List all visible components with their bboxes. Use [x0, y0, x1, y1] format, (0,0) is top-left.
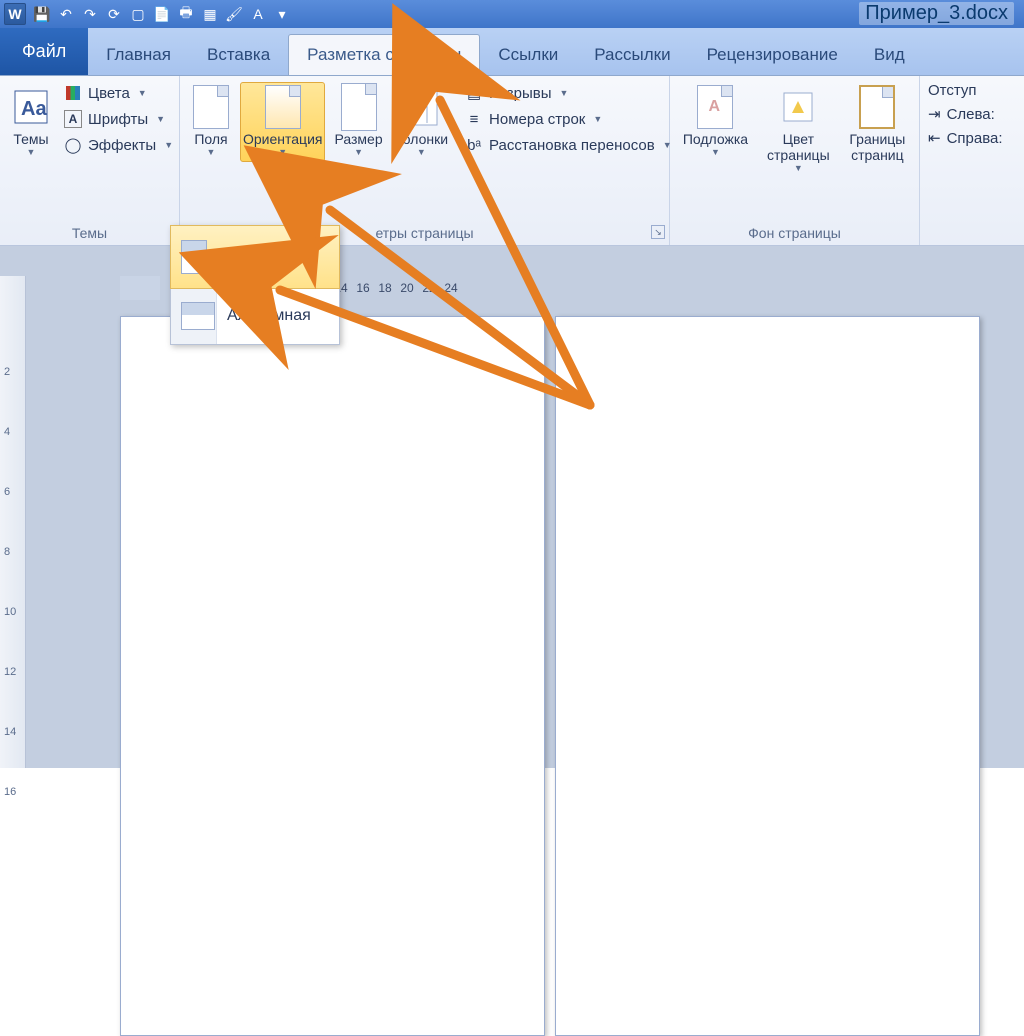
page-borders-icon — [857, 87, 897, 127]
themes-icon: Aa — [11, 87, 51, 127]
document-page-2[interactable] — [555, 316, 980, 1036]
theme-fonts-button[interactable]: A Шрифты▼ — [60, 108, 177, 130]
indent-right-icon: ⇤ — [928, 129, 941, 147]
indent-left-row[interactable]: ⇥ Слева: — [928, 105, 1012, 123]
qat-refresh-icon[interactable]: ⟳ — [104, 4, 124, 24]
page-setup-dialog-launcher[interactable]: ↘ — [651, 225, 665, 239]
watermark-button[interactable]: A Подложка ▼ — [678, 82, 753, 162]
breaks-icon: ▤ — [465, 84, 483, 102]
tab-insert[interactable]: Вставка — [189, 35, 288, 75]
indent-heading: Отступ — [928, 82, 1012, 99]
orientation-landscape-item[interactable]: Альбомная — [171, 288, 339, 344]
qat-open-icon[interactable]: 📄 — [152, 4, 172, 24]
tab-file[interactable]: Файл — [0, 28, 88, 75]
page-color-icon — [778, 87, 818, 127]
size-icon — [339, 87, 379, 127]
qat-more-icon[interactable]: ▾ — [272, 4, 292, 24]
vertical-ruler[interactable]: 2 4 6 8 10 12 14 16 — [0, 276, 26, 768]
tab-review[interactable]: Рецензирование — [689, 35, 856, 75]
orientation-portrait-label: Книжная — [219, 248, 283, 266]
group-themes-label: Темы — [8, 221, 171, 243]
tab-mailings[interactable]: Рассылки — [576, 35, 688, 75]
qat-redo-icon[interactable]: ↷ — [80, 4, 100, 24]
margins-icon — [191, 87, 231, 127]
themes-button[interactable]: Aa Темы ▼ — [8, 82, 54, 162]
line-numbers-button[interactable]: ≡ Номера строк▼ — [461, 108, 676, 130]
group-page-background: A Подложка ▼ Цвет страницы ▼ Границы стр… — [670, 76, 920, 245]
hyphenation-button[interactable]: bᵃ Расстановка переносов▼ — [461, 134, 676, 156]
tab-page-layout[interactable]: Разметка страницы — [288, 34, 480, 75]
watermark-icon: A — [695, 87, 735, 127]
hyphenation-icon: bᵃ — [465, 136, 483, 154]
columns-icon — [401, 87, 441, 127]
tab-home[interactable]: Главная — [88, 35, 189, 75]
group-themes: Aa Темы ▼ Цвета▼ A Шрифты▼ ◯ Эффекты▼ — [0, 76, 180, 245]
qat-new-icon[interactable]: ▢ — [128, 4, 148, 24]
themes-label: Темы — [13, 131, 48, 147]
orientation-portrait-item[interactable]: Книжная — [170, 225, 340, 289]
ribbon-tabs: Файл Главная Вставка Разметка страницы С… — [0, 28, 1024, 76]
qat-save-icon[interactable]: 💾 — [32, 4, 52, 24]
orientation-landscape-label: Альбомная — [227, 307, 311, 325]
document-page-1[interactable] — [120, 316, 545, 1036]
qat-undo-icon[interactable]: ↶ — [56, 4, 76, 24]
size-button[interactable]: Размер ▼ — [331, 82, 385, 162]
line-numbers-icon: ≡ — [465, 110, 483, 128]
portrait-thumb-icon — [181, 240, 207, 274]
group-indent: Отступ ⇥ Слева: ⇤ Справа: — [920, 76, 1020, 245]
svg-text:Aa: Aa — [21, 98, 47, 120]
quick-access-toolbar: 💾 ↶ ↷ ⟳ ▢ 📄 🖶 ▦ 🖌 A ▾ — [32, 4, 292, 24]
fonts-icon: A — [64, 110, 82, 128]
chevron-down-icon: ▼ — [27, 147, 36, 157]
theme-colors-button[interactable]: Цвета▼ — [60, 82, 177, 104]
tab-view[interactable]: Вид — [856, 35, 923, 75]
qat-font-icon[interactable]: A — [248, 4, 268, 24]
breaks-button[interactable]: ▤ Разрывы▼ — [461, 82, 676, 104]
group-page-bg-label: Фон страницы — [678, 221, 911, 243]
margins-button[interactable]: Поля ▼ — [188, 82, 234, 162]
qat-brush-icon[interactable]: 🖌 — [224, 4, 244, 24]
colors-icon — [64, 84, 82, 102]
orientation-icon — [263, 87, 303, 127]
word-app-icon: W — [4, 3, 26, 25]
ribbon: Aa Темы ▼ Цвета▼ A Шрифты▼ ◯ Эффекты▼ — [0, 76, 1024, 246]
tab-references[interactable]: Ссылки — [480, 35, 576, 75]
indent-left-icon: ⇥ — [928, 105, 941, 123]
group-page-setup: Поля ▼ Ориентация ▼ Размер ▼ Колонки ▼ — [180, 76, 670, 245]
qat-print-icon[interactable]: 🖶 — [176, 4, 196, 24]
page-borders-button[interactable]: Границы страниц — [844, 82, 911, 168]
qat-table-icon[interactable]: ▦ — [200, 4, 220, 24]
document-workspace: L 14 16 18 20 22 24 2 4 6 8 10 12 14 16 — [0, 246, 1024, 768]
orientation-button[interactable]: Ориентация ▼ — [240, 82, 325, 162]
theme-effects-button[interactable]: ◯ Эффекты▼ — [60, 134, 177, 156]
landscape-thumb-icon — [181, 302, 215, 330]
columns-button[interactable]: Колонки ▼ — [392, 82, 451, 162]
page-color-button[interactable]: Цвет страницы ▼ — [759, 82, 838, 178]
indent-right-row[interactable]: ⇤ Справа: — [928, 129, 1012, 147]
document-title: Пример_3.docx — [859, 2, 1014, 25]
title-bar: W 💾 ↶ ↷ ⟳ ▢ 📄 🖶 ▦ 🖌 A ▾ Пример_3.docx — [0, 0, 1024, 28]
effects-icon: ◯ — [64, 136, 82, 154]
orientation-dropdown: Книжная Альбомная — [170, 225, 340, 345]
